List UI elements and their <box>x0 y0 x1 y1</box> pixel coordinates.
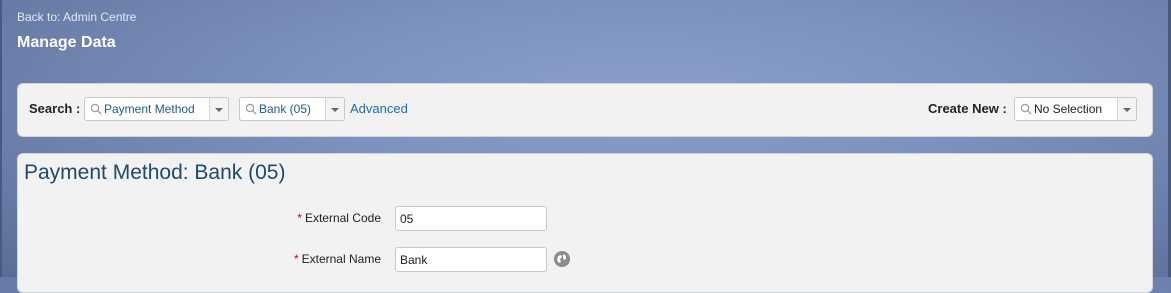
page-title: Manage Data <box>17 34 116 51</box>
search-icon <box>90 103 102 115</box>
window-frame-left <box>0 0 2 277</box>
external-name-input[interactable]: Bank <box>395 247 547 272</box>
required-marker: * <box>297 211 302 225</box>
search-panel: Search : Payment Method Bank (05) Advanc… <box>17 83 1153 137</box>
advanced-search-link[interactable]: Advanced <box>350 101 408 116</box>
search-type-combobox[interactable]: Payment Method <box>84 97 229 121</box>
globe-icon[interactable] <box>554 251 570 267</box>
chevron-down-icon[interactable] <box>1117 98 1136 120</box>
create-new-label: Create New : <box>928 101 1007 116</box>
search-item-combobox[interactable]: Bank (05) <box>239 97 345 121</box>
create-new-combobox[interactable]: No Selection <box>1014 97 1137 121</box>
external-code-input[interactable]: 05 <box>395 206 547 231</box>
detail-panel: Payment Method: Bank (05) * External Code… <box>17 153 1153 293</box>
external-name-label: * External Name <box>294 252 381 266</box>
search-item-value: Bank (05) <box>259 102 312 116</box>
external-name-label-text: External Name <box>301 252 381 266</box>
search-icon <box>1020 103 1032 115</box>
required-marker: * <box>293 252 299 266</box>
search-label: Search : <box>29 101 81 116</box>
search-type-value: Payment Method <box>104 102 195 116</box>
create-new-value: No Selection <box>1034 102 1103 116</box>
chevron-down-icon[interactable] <box>325 98 344 120</box>
external-code-label-text: External Code <box>304 211 381 225</box>
chevron-down-icon[interactable] <box>209 98 228 120</box>
back-to-admin-link[interactable]: Back to: Admin Centre <box>17 10 136 24</box>
detail-heading: Payment Method: Bank (05) <box>24 161 286 184</box>
search-icon <box>245 103 257 115</box>
external-code-label: * External Code <box>297 211 381 225</box>
